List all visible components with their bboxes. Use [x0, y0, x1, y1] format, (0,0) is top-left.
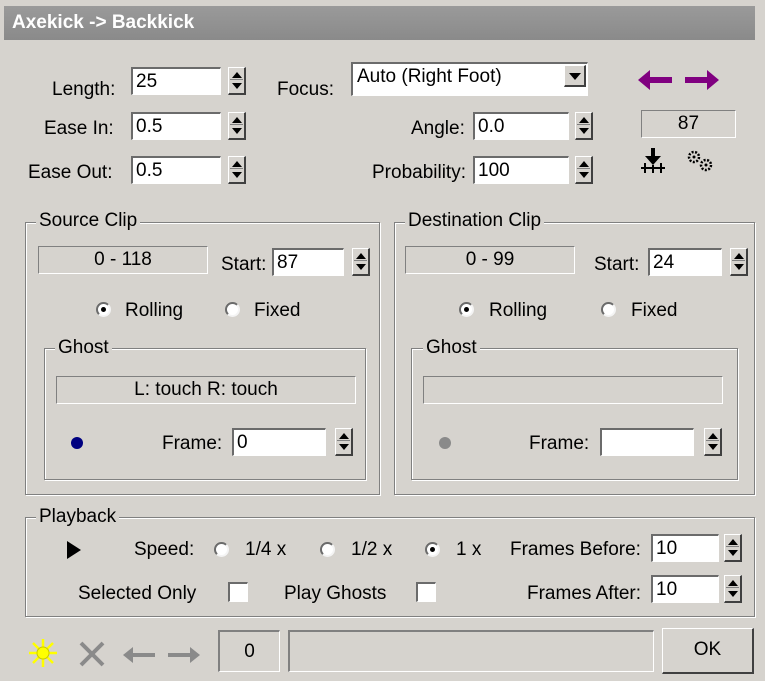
selected-only-label: Selected Only [78, 583, 197, 604]
delete-x-icon[interactable] [78, 640, 106, 668]
gears-icon[interactable] [685, 148, 715, 174]
destination-rolling-radio[interactable] [459, 302, 474, 317]
source-ghost-group [44, 348, 366, 480]
destination-clip-title: Destination Clip [405, 210, 545, 232]
back-arrow-icon[interactable] [122, 645, 156, 665]
speed-full-label: 1 x [456, 539, 482, 560]
source-ghost-frame-spinner[interactable] [335, 428, 353, 456]
source-fixed-radio[interactable] [225, 302, 240, 317]
probability-spinner[interactable] [575, 156, 593, 184]
arrow-right-icon[interactable] [683, 68, 719, 92]
sun-icon[interactable] [28, 638, 58, 668]
easeout-spinner[interactable] [228, 156, 246, 184]
length-spinner[interactable] [228, 67, 246, 95]
dialog-window: Axekick -> Backkick Length: Ease In: Eas… [0, 0, 765, 681]
angle-spinner[interactable] [575, 112, 593, 140]
angle-field[interactable] [473, 112, 569, 140]
destination-fixed-label: Fixed [631, 300, 678, 321]
frames-after-spinner[interactable] [724, 575, 742, 603]
destination-ghost-group [411, 348, 738, 480]
focus-label: Focus: [277, 79, 335, 100]
angle-label: Angle: [411, 118, 465, 139]
forward-arrow-icon[interactable] [167, 645, 201, 665]
destination-fixed-radio[interactable] [601, 302, 616, 317]
speed-half-label: 1/2 x [351, 539, 393, 560]
probability-field[interactable] [473, 156, 569, 184]
destination-ghost-frame-field[interactable] [600, 428, 694, 456]
destination-ghost-color-dot[interactable] [439, 437, 451, 449]
destination-ghost-title: Ghost [423, 337, 480, 359]
status-field [288, 630, 654, 672]
frames-before-label: Frames Before: [510, 539, 641, 560]
destination-start-label: Start: [594, 254, 640, 275]
frames-after-label: Frames After: [527, 583, 642, 604]
easein-label: Ease In: [44, 118, 114, 139]
destination-start-field[interactable] [648, 248, 722, 276]
ok-button[interactable]: OK [662, 628, 754, 674]
frames-before-spinner[interactable] [724, 534, 742, 562]
focus-value: Auto (Right Foot) [357, 66, 502, 87]
source-range: 0 - 118 [38, 246, 208, 274]
frames-after-field[interactable] [651, 575, 719, 603]
speed-quarter-radio[interactable] [214, 542, 229, 557]
source-ghost-title: Ghost [55, 337, 112, 359]
selected-only-checkbox[interactable] [228, 582, 248, 602]
destination-rolling-label: Rolling [489, 300, 548, 321]
play-ghosts-checkbox[interactable] [416, 582, 436, 602]
source-rolling-label: Rolling [125, 300, 184, 321]
source-ghost-color-dot[interactable] [71, 437, 83, 449]
frame-readout: 87 [641, 110, 736, 138]
play-ghosts-label: Play Ghosts [284, 583, 387, 604]
easeout-field[interactable] [131, 156, 221, 184]
easeout-label: Ease Out: [28, 162, 113, 183]
length-label: Length: [52, 79, 116, 100]
speed-label: Speed: [134, 539, 195, 560]
arrow-left-icon[interactable] [638, 68, 674, 92]
speed-full-radio[interactable] [425, 542, 440, 557]
destination-ghost-status [423, 376, 723, 404]
play-icon[interactable] [66, 540, 82, 560]
easein-spinner[interactable] [228, 112, 246, 140]
length-field[interactable] [131, 67, 221, 95]
probability-label: Probability: [372, 162, 466, 183]
source-ghost-frame-field[interactable] [232, 428, 326, 456]
destination-start-spinner[interactable] [730, 248, 748, 276]
destination-ghost-frame-label: Frame: [529, 433, 590, 454]
speed-half-radio[interactable] [320, 542, 335, 557]
frames-before-field[interactable] [651, 534, 719, 562]
source-fixed-label: Fixed [254, 300, 301, 321]
playback-title: Playback [36, 506, 120, 528]
source-start-label: Start: [221, 254, 267, 275]
destination-ghost-frame-spinner[interactable] [704, 428, 722, 456]
source-start-spinner[interactable] [352, 248, 370, 276]
title-bar[interactable]: Axekick -> Backkick [4, 6, 755, 40]
easein-field[interactable] [131, 112, 221, 140]
move-down-icon[interactable] [640, 147, 666, 175]
source-ghost-frame-label: Frame: [162, 433, 223, 454]
source-ghost-status: L: touch R: touch [56, 376, 356, 404]
destination-range: 0 - 99 [405, 246, 575, 274]
focus-dropdown[interactable]: Auto (Right Foot) [351, 62, 588, 96]
source-clip-title: Source Clip [36, 210, 141, 232]
speed-quarter-label: 1/4 x [245, 539, 287, 560]
source-rolling-radio[interactable] [96, 302, 111, 317]
source-start-field[interactable] [272, 248, 344, 276]
chevron-down-icon[interactable] [564, 65, 586, 87]
frame-counter: 0 [218, 630, 280, 672]
